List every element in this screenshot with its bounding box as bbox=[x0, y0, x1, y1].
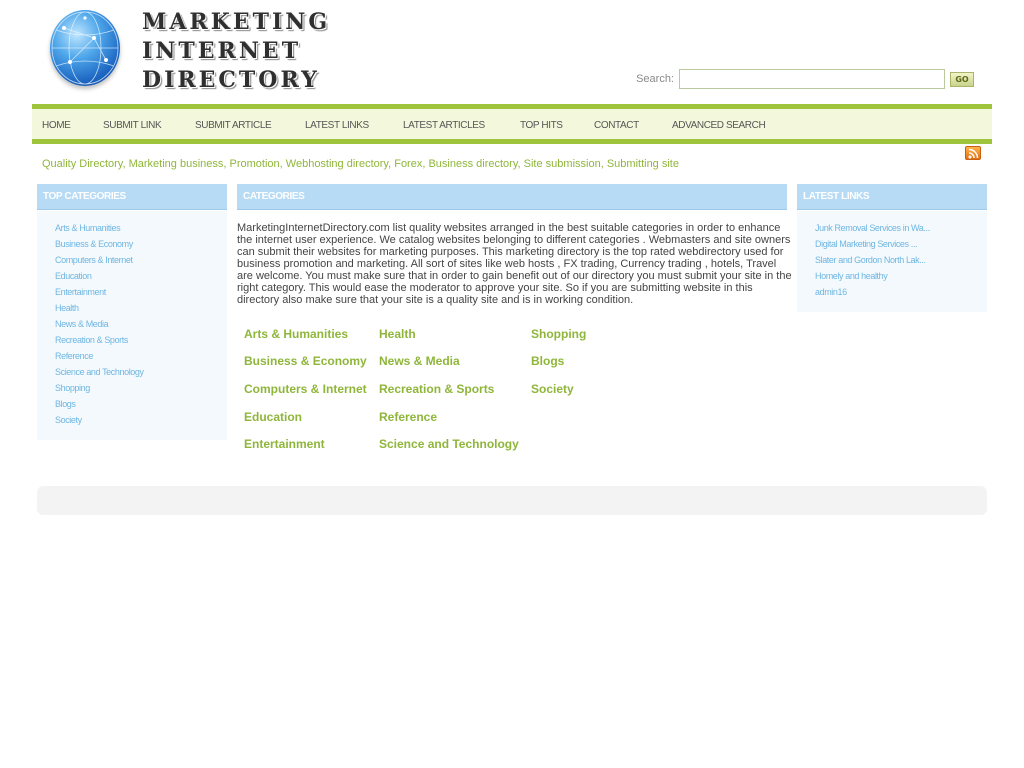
category-link[interactable]: Computers & Internet bbox=[244, 382, 367, 396]
header: MARKETING INTERNET DIRECTORY Search: GO bbox=[32, 0, 992, 104]
category-link[interactable]: Science and Technology bbox=[379, 437, 519, 451]
footer bbox=[37, 486, 987, 515]
tag-link[interactable]: Quality Directory bbox=[42, 158, 122, 170]
nav-submit-link[interactable]: SUBMIT LINK bbox=[103, 120, 162, 131]
tag-link[interactable]: Submitting site bbox=[607, 158, 679, 170]
nav-submit-article[interactable]: SUBMIT ARTICLE bbox=[195, 120, 272, 131]
top-category-link[interactable]: Entertainment bbox=[55, 287, 106, 297]
category-link[interactable]: Reference bbox=[379, 410, 437, 424]
category-link[interactable]: Arts & Humanities bbox=[244, 327, 348, 341]
nav-latest-articles[interactable]: LATEST ARTICLES bbox=[403, 120, 485, 131]
search-label: Search: bbox=[636, 73, 674, 85]
logo-line-2: INTERNET bbox=[142, 38, 302, 64]
latest-link[interactable]: Digital Marketing Services ... bbox=[815, 239, 917, 249]
main-nav: HOME SUBMIT LINK SUBMIT ARTICLE LATEST L… bbox=[32, 104, 992, 144]
logo-line-1: MARKETING bbox=[142, 9, 331, 35]
tag-link[interactable]: Webhosting directory bbox=[286, 158, 388, 170]
top-category-link[interactable]: Science and Technology bbox=[55, 367, 144, 377]
site-logo[interactable]: MARKETING INTERNET DIRECTORY bbox=[50, 8, 330, 96]
top-category-link[interactable]: Recreation & Sports bbox=[55, 335, 128, 345]
category-link[interactable]: Business & Economy bbox=[244, 354, 367, 368]
tag-link[interactable]: Promotion bbox=[230, 158, 280, 170]
globe-icon bbox=[50, 10, 120, 86]
category-link[interactable]: Society bbox=[531, 382, 574, 396]
nav-advanced-search[interactable]: ADVANCED SEARCH bbox=[672, 120, 766, 131]
latest-link[interactable]: Junk Removal Services in Wa... bbox=[815, 223, 930, 233]
category-link[interactable]: Blogs bbox=[531, 354, 564, 368]
latest-link[interactable]: admin16 bbox=[815, 287, 847, 297]
top-categories-list: Arts & Humanities Business & Economy Com… bbox=[37, 211, 227, 440]
top-category-link[interactable]: Education bbox=[55, 271, 92, 281]
top-category-link[interactable]: Reference bbox=[55, 351, 93, 361]
page-wrapper: MARKETING INTERNET DIRECTORY Search: GO … bbox=[32, 0, 992, 530]
search-input[interactable] bbox=[679, 69, 945, 89]
tag-link[interactable]: Site submission bbox=[524, 158, 601, 170]
logo-line-3: DIRECTORY bbox=[142, 67, 320, 93]
tag-link[interactable]: Forex bbox=[394, 158, 422, 170]
top-category-link[interactable]: Society bbox=[55, 415, 82, 425]
tag-link[interactable]: Business directory bbox=[428, 158, 517, 170]
nav-contact[interactable]: CONTACT bbox=[594, 120, 639, 131]
top-category-link[interactable]: Arts & Humanities bbox=[55, 223, 121, 233]
tag-bar: Quality Directory, Marketing business, P… bbox=[42, 158, 679, 170]
search-go-button[interactable]: GO bbox=[950, 71, 974, 87]
category-link[interactable]: Shopping bbox=[531, 327, 586, 341]
top-categories-header: TOP CATEGORIES bbox=[37, 184, 227, 210]
tag-link[interactable]: Marketing business bbox=[129, 158, 224, 170]
category-link[interactable]: News & Media bbox=[379, 354, 460, 368]
search-form: Search: GO bbox=[636, 68, 974, 90]
top-category-link[interactable]: Shopping bbox=[55, 383, 90, 393]
categories-header: CATEGORIES bbox=[237, 184, 787, 210]
top-category-link[interactable]: News & Media bbox=[55, 319, 109, 329]
rss-icon[interactable] bbox=[965, 146, 981, 160]
top-category-link[interactable]: Health bbox=[55, 303, 79, 313]
category-link[interactable]: Recreation & Sports bbox=[379, 382, 494, 396]
category-link[interactable]: Education bbox=[244, 410, 302, 424]
top-category-link[interactable]: Blogs bbox=[55, 399, 76, 409]
latest-links-list: Junk Removal Services in Wa... Digital M… bbox=[797, 211, 987, 312]
nav-top-hits[interactable]: TOP HITS bbox=[520, 120, 563, 131]
category-link[interactable]: Entertainment bbox=[244, 437, 325, 451]
top-category-link[interactable]: Business & Economy bbox=[55, 239, 133, 249]
latest-links-header: LATEST LINKS bbox=[797, 184, 987, 210]
category-link[interactable]: Health bbox=[379, 327, 416, 341]
latest-link[interactable]: Slater and Gordon North Lak... bbox=[815, 255, 926, 265]
intro-text: MarketingInternetDirectory.com list qual… bbox=[237, 222, 792, 306]
top-category-link[interactable]: Computers & Internet bbox=[55, 255, 133, 265]
nav-home[interactable]: HOME bbox=[42, 120, 71, 131]
latest-link[interactable]: Homely and healthy bbox=[815, 271, 888, 281]
nav-latest-links[interactable]: LATEST LINKS bbox=[305, 120, 369, 131]
